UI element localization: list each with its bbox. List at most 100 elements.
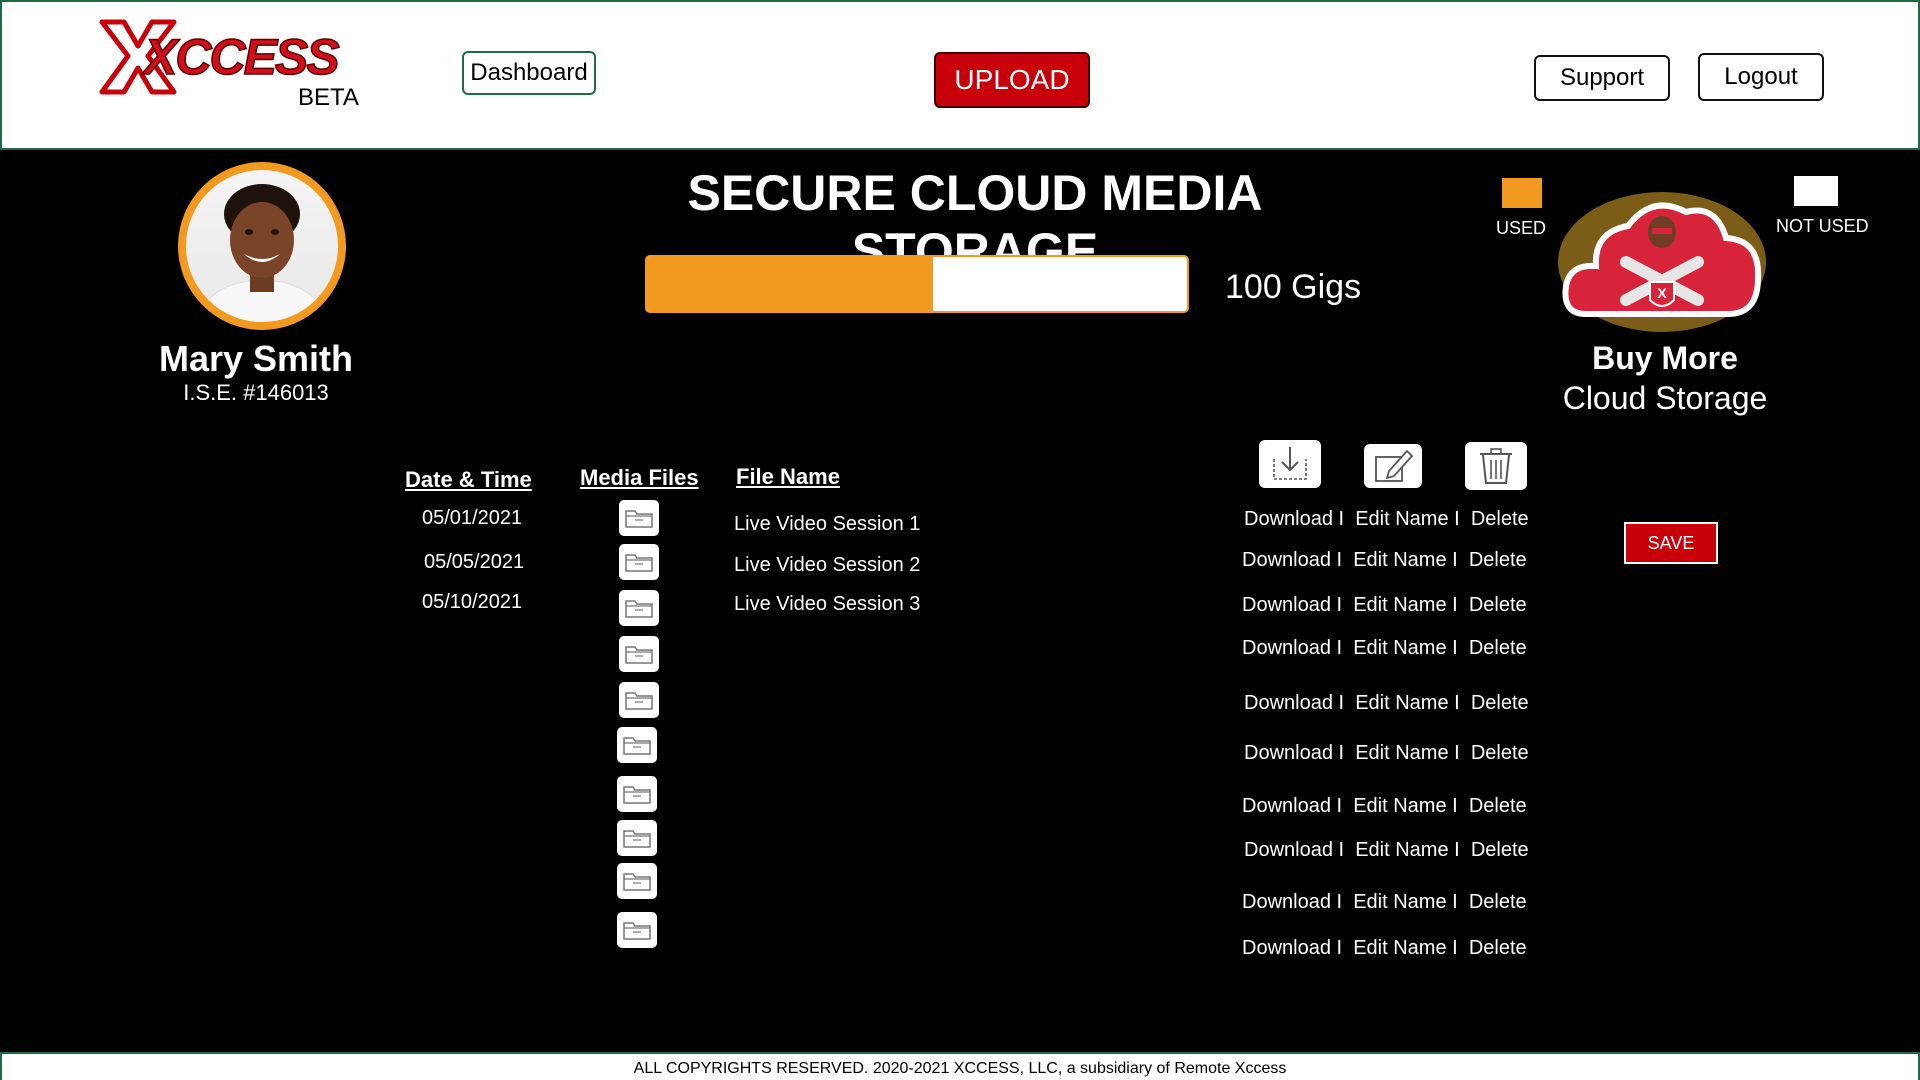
buy-more-subtitle[interactable]: Cloud Storage xyxy=(1540,380,1790,417)
separator: I xyxy=(1452,795,1458,817)
delete-link[interactable]: Delete xyxy=(1471,692,1529,714)
row-actions: Download I Edit Name I Delete xyxy=(1242,937,1527,960)
separator: I xyxy=(1336,594,1343,616)
folder-icon[interactable] xyxy=(617,912,657,948)
storage-total: 100 Gigs xyxy=(1225,268,1362,306)
delete-link[interactable]: Delete xyxy=(1471,508,1529,530)
folder-icon[interactable] xyxy=(617,776,657,812)
delete-link[interactable]: Delete xyxy=(1471,742,1529,764)
edit-icon[interactable] xyxy=(1364,444,1422,488)
row-actions: Download I Edit Name I Delete xyxy=(1244,839,1529,862)
edit-name-link[interactable]: Edit Name xyxy=(1355,692,1448,714)
separator: I xyxy=(1338,742,1345,764)
delete-link[interactable]: Delete xyxy=(1469,937,1527,959)
separator: I xyxy=(1452,549,1458,571)
row-date: 05/10/2021 xyxy=(422,591,523,613)
download-link[interactable]: Download xyxy=(1244,839,1333,861)
edit-name-link[interactable]: Edit Name xyxy=(1353,891,1446,913)
support-button[interactable]: Support xyxy=(1534,55,1670,101)
row-actions: Download I Edit Name I Delete xyxy=(1242,549,1527,572)
download-link[interactable]: Download xyxy=(1244,742,1333,764)
edit-name-link[interactable]: Edit Name xyxy=(1355,742,1448,764)
download-link[interactable]: Download xyxy=(1244,508,1333,530)
avatar[interactable] xyxy=(178,162,346,330)
separator: I xyxy=(1454,839,1460,861)
separator: I xyxy=(1336,937,1343,959)
row-actions: Download I Edit Name I Delete xyxy=(1242,637,1527,660)
separator: I xyxy=(1454,742,1460,764)
folder-icon[interactable] xyxy=(617,820,657,856)
row-date: 05/05/2021 xyxy=(424,551,525,573)
row-file-name[interactable]: Live Video Session 3 xyxy=(734,593,920,616)
folder-icon[interactable] xyxy=(619,500,659,536)
separator: I xyxy=(1452,891,1458,913)
delete-link[interactable]: Delete xyxy=(1471,839,1529,861)
footer: ALL COPYRIGHTS RESERVED. 2020-2021 XCCES… xyxy=(0,1052,1920,1080)
copyright-text: ALL COPYRIGHTS RESERVED. 2020-2021 XCCES… xyxy=(633,1060,1287,1077)
svg-text:X: X xyxy=(1657,285,1667,301)
trash-icon[interactable] xyxy=(1465,442,1527,490)
separator: I xyxy=(1336,795,1343,817)
delete-link[interactable]: Delete xyxy=(1469,637,1527,659)
separator: I xyxy=(1454,692,1460,714)
row-actions: Download I Edit Name I Delete xyxy=(1242,594,1527,617)
download-link[interactable]: Download xyxy=(1242,594,1331,616)
delete-link[interactable]: Delete xyxy=(1469,549,1527,571)
delete-link[interactable]: Delete xyxy=(1469,594,1527,616)
download-link[interactable]: Download xyxy=(1242,637,1331,659)
row-actions: Download I Edit Name I Delete xyxy=(1244,508,1529,531)
edit-name-link[interactable]: Edit Name xyxy=(1353,795,1446,817)
row-file-name[interactable]: Live Video Session 2 xyxy=(734,554,920,577)
download-link[interactable]: Download xyxy=(1244,692,1333,714)
folder-icon[interactable] xyxy=(619,636,659,672)
folder-icon[interactable] xyxy=(617,863,657,899)
separator: I xyxy=(1454,508,1460,530)
buy-storage-cloud-icon[interactable]: X xyxy=(1556,182,1768,332)
download-link[interactable]: Download xyxy=(1242,937,1331,959)
delete-link[interactable]: Delete xyxy=(1469,795,1527,817)
separator: I xyxy=(1452,594,1458,616)
save-button[interactable]: SAVE xyxy=(1624,522,1718,564)
logout-button[interactable]: Logout xyxy=(1698,53,1824,101)
dashboard-button[interactable]: Dashboard xyxy=(462,51,596,95)
folder-icon[interactable] xyxy=(619,590,659,626)
xccess-logo[interactable]: XCCESS BETA xyxy=(98,16,368,112)
column-header-file-name: File Name xyxy=(736,464,840,489)
row-actions: Download I Edit Name I Delete xyxy=(1244,692,1529,715)
separator: I xyxy=(1338,839,1345,861)
separator: I xyxy=(1336,549,1343,571)
row-actions: Download I Edit Name I Delete xyxy=(1242,795,1527,818)
separator: I xyxy=(1336,637,1343,659)
download-link[interactable]: Download xyxy=(1242,795,1331,817)
download-link[interactable]: Download xyxy=(1242,549,1331,571)
folder-icon[interactable] xyxy=(619,544,659,580)
avatar-photo xyxy=(186,170,338,322)
upload-button[interactable]: UPLOAD xyxy=(934,52,1090,108)
download-icon[interactable] xyxy=(1259,440,1321,488)
edit-name-link[interactable]: Edit Name xyxy=(1353,549,1446,571)
edit-name-link[interactable]: Edit Name xyxy=(1355,508,1448,530)
row-file-name[interactable]: Live Video Session 1 xyxy=(734,513,920,536)
user-name: Mary Smith xyxy=(158,338,354,379)
edit-name-link[interactable]: Edit Name xyxy=(1353,937,1446,959)
legend-not-used-label: NOT USED xyxy=(1776,216,1869,236)
column-header-media-files: Media Files xyxy=(580,465,699,490)
delete-link[interactable]: Delete xyxy=(1469,891,1527,913)
separator: I xyxy=(1452,637,1458,659)
row-actions: Download I Edit Name I Delete xyxy=(1244,742,1529,765)
storage-usage-bar xyxy=(645,255,1189,313)
folder-icon[interactable] xyxy=(619,682,659,718)
separator: I xyxy=(1338,692,1345,714)
column-header-date: Date & Time xyxy=(405,467,532,492)
legend-used-label: USED xyxy=(1496,218,1547,238)
row-date: 05/01/2021 xyxy=(422,507,523,529)
separator: I xyxy=(1338,508,1345,530)
edit-name-link[interactable]: Edit Name xyxy=(1353,594,1446,616)
user-id: I.S.E. #146013 xyxy=(183,380,329,405)
edit-name-link[interactable]: Edit Name xyxy=(1353,637,1446,659)
buy-more-title[interactable]: Buy More xyxy=(1540,340,1790,377)
folder-icon[interactable] xyxy=(617,727,657,763)
legend-used-swatch xyxy=(1502,178,1542,208)
edit-name-link[interactable]: Edit Name xyxy=(1355,839,1448,861)
download-link[interactable]: Download xyxy=(1242,891,1331,913)
